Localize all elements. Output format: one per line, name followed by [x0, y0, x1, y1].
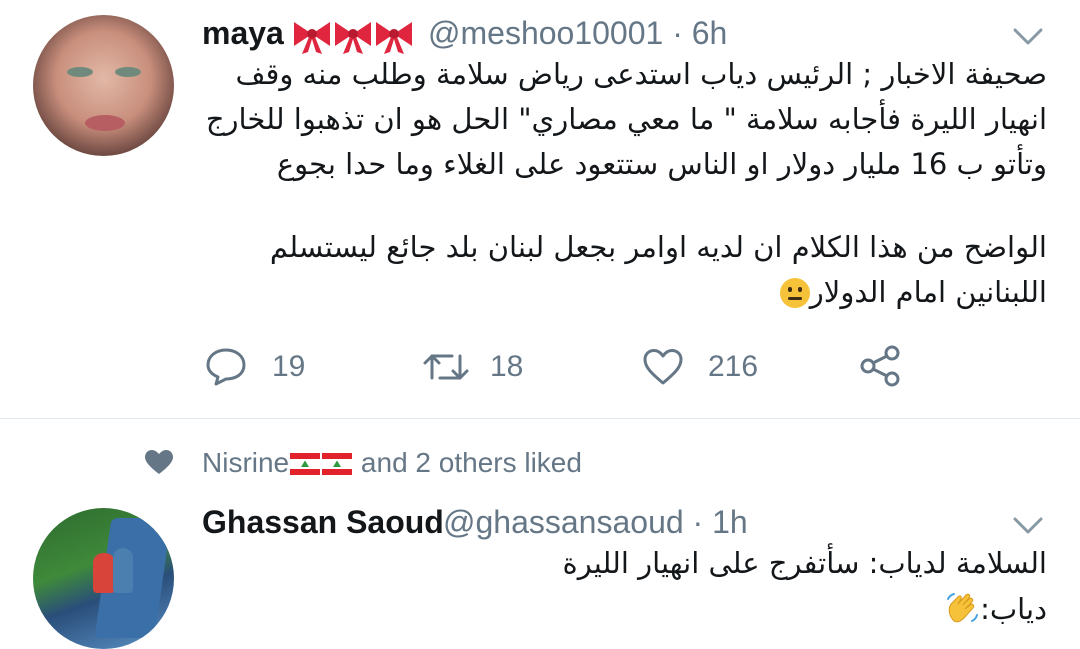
avatar-person: [113, 548, 133, 593]
heart-icon[interactable]: [641, 347, 685, 387]
author-name[interactable]: maya: [202, 15, 284, 52]
chevron-down-icon[interactable]: [1011, 513, 1045, 537]
tweet-text-line: السلامة لدياب: سأتفرج على انهيار الليرة: [562, 546, 1047, 580]
tweet-text-line: دياب:: [980, 592, 1047, 626]
neutral-face-emoji-icon: [779, 278, 810, 308]
author-handle-time[interactable]: @ghassansaoud · 1h: [443, 504, 748, 541]
reply-icon[interactable]: [204, 346, 248, 386]
reply-count: 19: [272, 350, 306, 383]
liked-by-suffix: and 2 others liked: [360, 447, 582, 478]
retweet-count: 18: [490, 350, 524, 383]
tweet-text-line: وتأتو ب 16 مليار دولار او الناس ستتعود ع…: [276, 147, 1047, 181]
heart-filled-icon: [145, 450, 173, 474]
avatar-eye: [115, 67, 141, 77]
ribbon-bow-icon: [294, 22, 412, 54]
author-handle-time[interactable]: @meshoo10001 · 6h: [428, 15, 727, 52]
tweet-text-line: صحيفة الاخبار ; الرئيس دياب استدعى رياض …: [235, 57, 1047, 91]
tweet-text-line: اللبنانين امام الدولار: [809, 275, 1047, 309]
lebanon-flag-icon: [322, 453, 353, 475]
avatar-maya[interactable]: [33, 15, 174, 156]
waving-hand-emoji-icon: [947, 593, 979, 623]
liked-by-name[interactable]: Nisrine: [202, 447, 289, 478]
author-name[interactable]: Ghassan Saoud: [202, 504, 444, 541]
tweet-text-line-last: دياب:: [938, 591, 1047, 627]
like-count: 216: [708, 350, 759, 383]
liked-by-context[interactable]: Nisrine and 2 others liked: [202, 447, 582, 479]
share-icon[interactable]: [858, 344, 904, 388]
retweet-icon[interactable]: [422, 348, 470, 386]
divider: [0, 418, 1080, 419]
tweet-text-line-last: اللبنانين امام الدولار: [776, 275, 1047, 309]
chevron-down-icon[interactable]: [1011, 24, 1045, 48]
lebanon-flag-icon: [290, 453, 321, 475]
avatar-eye: [67, 67, 93, 77]
tweet-text-line: الواضح من هذا الكلام ان لديه اوامر بجعل …: [269, 230, 1047, 264]
tweet-text-line: انهيار الليرة فأجابه سلامة " ما معي مصار…: [205, 102, 1047, 136]
avatar-ghassan[interactable]: [33, 508, 174, 649]
avatar-lips: [85, 115, 125, 131]
avatar-person: [93, 553, 115, 593]
